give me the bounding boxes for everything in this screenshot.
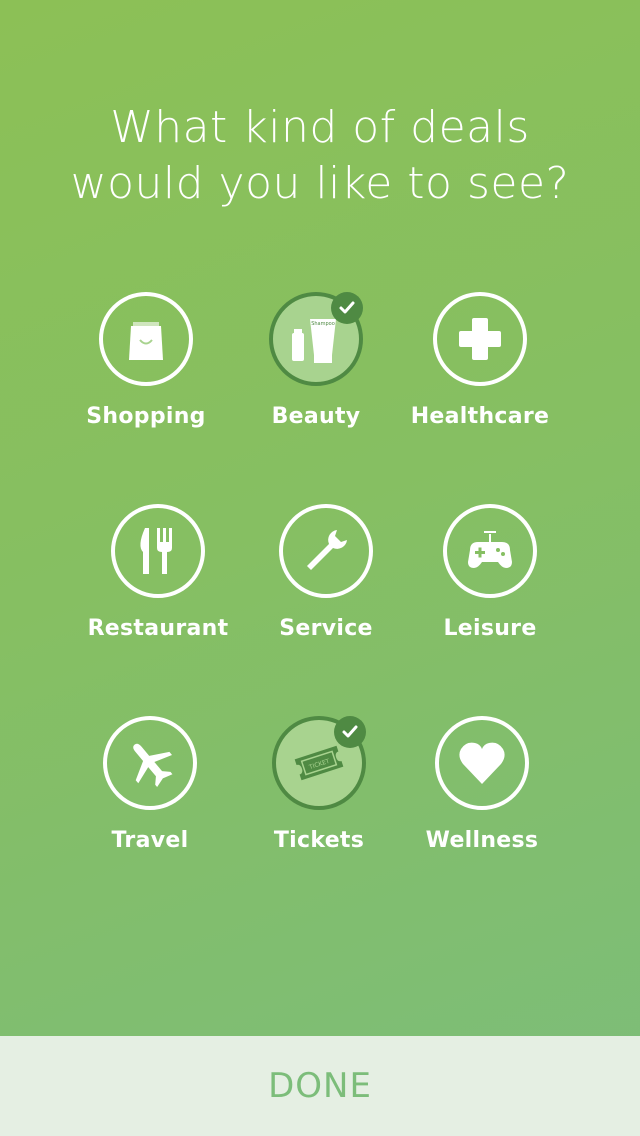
- heart-icon: [459, 742, 505, 784]
- title-line-2: would you like to see?: [70, 158, 570, 209]
- checkmark-icon: [334, 716, 366, 748]
- gamepad-icon: [468, 531, 512, 568]
- category-label: Leisure: [443, 616, 537, 641]
- category-travel[interactable]: Travel: [60, 716, 240, 853]
- knife-fork-icon: [140, 528, 172, 574]
- shopping-bag-icon: [129, 322, 163, 360]
- category-restaurant[interactable]: Restaurant: [68, 504, 248, 641]
- category-label: Wellness: [425, 828, 539, 853]
- category-healthcare[interactable]: Healthcare: [390, 292, 570, 429]
- category-shopping[interactable]: Shopping: [56, 292, 236, 429]
- category-label: Shopping: [86, 404, 206, 429]
- category-tickets-circle[interactable]: TICKET: [272, 716, 366, 810]
- category-beauty[interactable]: Shampoo Beauty: [226, 292, 406, 429]
- category-leisure-circle[interactable]: [443, 504, 537, 598]
- category-restaurant-circle[interactable]: [111, 504, 205, 598]
- wrench-icon: [307, 530, 347, 570]
- category-label: Beauty: [271, 404, 361, 429]
- done-button[interactable]: DONE: [0, 1036, 640, 1136]
- category-service-circle[interactable]: [279, 504, 373, 598]
- category-wellness[interactable]: Wellness: [392, 716, 572, 853]
- beauty-tube-text: Shampoo: [311, 321, 335, 327]
- category-wellness-circle[interactable]: [435, 716, 529, 810]
- done-label: DONE: [268, 1066, 372, 1106]
- airplane-icon: [133, 743, 173, 788]
- category-healthcare-circle[interactable]: [433, 292, 527, 386]
- category-tickets[interactable]: TICKET Tickets: [229, 716, 409, 853]
- page-title: What kind of deals would you like to see…: [0, 100, 640, 212]
- category-service[interactable]: Service: [236, 504, 416, 641]
- category-travel-circle[interactable]: [103, 716, 197, 810]
- category-label: Tickets: [273, 828, 365, 853]
- ticket-icon: TICKET: [294, 745, 344, 781]
- category-label: Travel: [111, 828, 189, 853]
- title-line-1: What kind of deals: [110, 102, 530, 153]
- category-label: Service: [279, 616, 373, 641]
- category-label: Restaurant: [87, 616, 229, 641]
- category-beauty-circle[interactable]: Shampoo: [269, 292, 363, 386]
- cross-icon: [459, 318, 501, 360]
- category-label: Healthcare: [410, 404, 550, 429]
- checkmark-icon: [331, 292, 363, 324]
- category-shopping-circle[interactable]: [99, 292, 193, 386]
- category-leisure[interactable]: Leisure: [400, 504, 580, 641]
